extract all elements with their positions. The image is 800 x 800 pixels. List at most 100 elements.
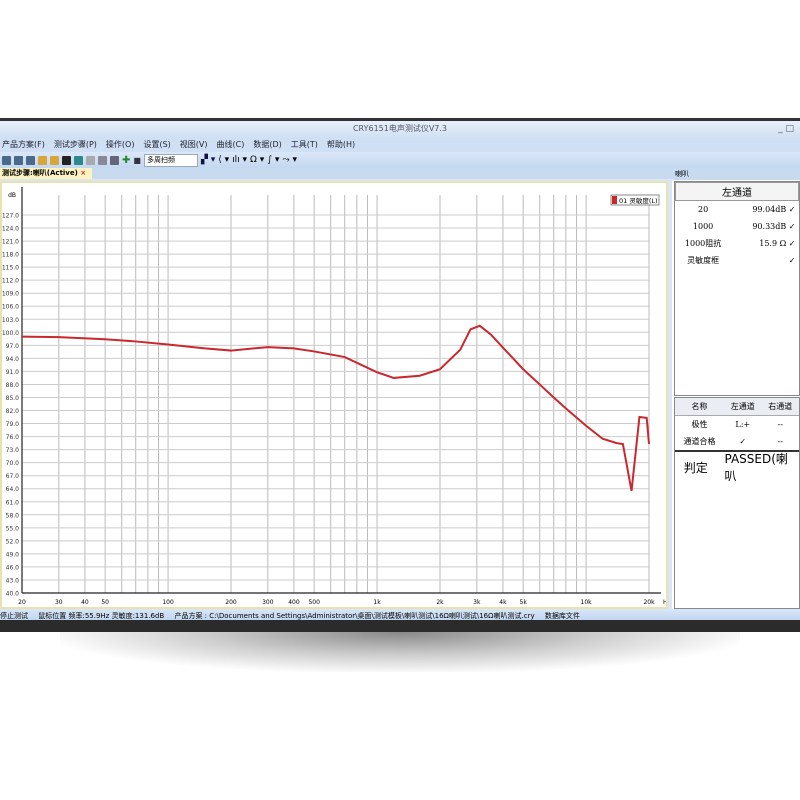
y-tick-label: 61.0 — [6, 499, 20, 506]
y-tick-label: 76.0 — [6, 434, 20, 441]
window-controls[interactable]: _ □ — [778, 121, 794, 137]
bracket-icon[interactable] — [86, 155, 95, 165]
result-row: 1000阻抗 15.9 Ω ✓ — [676, 235, 799, 252]
ohm-icon[interactable]: Ω ▾ — [250, 155, 264, 165]
tab-test-step[interactable]: 测试步骤:喇叭(Active) × — [0, 168, 93, 179]
open-folder-icon[interactable] — [38, 155, 47, 165]
status-db: 数据库文件 — [544, 612, 580, 620]
title-bar: CRY6151电声测试仪V7.3 _ □ — [0, 121, 800, 137]
bar-icon[interactable]: ılı ▾ — [232, 155, 247, 165]
menu-item[interactable]: 帮助(H) — [327, 140, 355, 149]
y-tick-label: 49.0 — [6, 551, 20, 558]
y-tick-label: 112.0 — [2, 278, 19, 285]
result-value-text: 99.04dB — [752, 205, 787, 214]
y-axis-label: dB — [8, 192, 16, 199]
x-tick-label: 300 — [262, 599, 274, 606]
summary-column-header: 名称 — [675, 398, 725, 416]
result-panel: 喇叭 左通道 20 99.04dB ✓ 1000 90.33dB ✓ 1000阻抗 15.… — [672, 169, 800, 609]
summary-table: 名称 左通道 右通道 极性 L:+ -- 通道合格 ✓ -- — [675, 398, 799, 450]
y-tick-label: 91.0 — [6, 369, 20, 376]
y-tick-label: 103.0 — [2, 317, 19, 324]
summary-cell: 通道合格 — [683, 437, 716, 446]
x-tick-label: 50 — [101, 599, 109, 606]
close-icon[interactable]: × — [80, 169, 86, 177]
frequency-response-chart[interactable]: 127.0 124.0 121.0 118.0 115.0 112.0 109.0 106.0… — [2, 183, 671, 607]
y-tick-label: 106.0 — [2, 304, 19, 311]
result-value: 15.9 Ω ✓ — [731, 235, 799, 252]
y-tick-label: 121.0 — [2, 239, 19, 246]
summary-row: 通道合格 ✓ -- — [675, 433, 799, 450]
y-tick-label: 70.0 — [6, 460, 20, 467]
y-tick-label: 73.0 — [6, 447, 20, 454]
new-icon[interactable] — [2, 155, 11, 165]
list-icon[interactable] — [26, 155, 35, 165]
y-tick-label: 58.0 — [6, 512, 20, 519]
stop-icon[interactable]: ■ — [133, 156, 141, 165]
result-row: 灵敏度框 ✓ — [676, 252, 799, 269]
x-tick-label: 2k — [436, 599, 444, 606]
summary-cell: -- — [777, 437, 783, 446]
result-value-text: 15.9 Ω — [759, 239, 787, 248]
menu-item[interactable]: 产品方案(F) — [2, 140, 45, 149]
summary-column-header: 左通道 — [724, 398, 762, 416]
x-tick-label: 100 — [162, 599, 174, 606]
result-value: 99.04dB ✓ — [731, 201, 799, 219]
curve-icon[interactable]: ∫ ▾ — [267, 155, 279, 165]
x-tick-label: 1k — [373, 599, 381, 606]
judge-row: 判定 PASSED(喇叭 — [675, 450, 799, 483]
y-tick-label: 124.0 — [2, 226, 19, 233]
result-value: 90.33dB ✓ — [731, 218, 799, 235]
menu-item[interactable]: 设置(S) — [143, 140, 170, 149]
x-tick-label: 3k — [473, 599, 481, 606]
result-value-text: 90.33dB — [752, 222, 787, 231]
result-value: ✓ — [731, 252, 799, 269]
save-icon[interactable] — [50, 155, 59, 165]
menu-item[interactable]: 测试步骤(P) — [54, 140, 97, 149]
image-icon[interactable] — [74, 155, 83, 165]
y-tick-label: 97.0 — [6, 343, 20, 350]
mode-select[interactable]: 多周扫频 — [143, 153, 198, 167]
status-product: 产品方案 : C:\Documents and Settings\Adminis… — [174, 612, 535, 620]
legend-swatch — [612, 196, 617, 204]
status-state: 停止测试 — [0, 612, 28, 620]
menu-item[interactable]: 曲线(C) — [217, 140, 245, 149]
y-tick-label: 52.0 — [6, 538, 20, 545]
result-row: 1000 90.33dB ✓ — [676, 218, 799, 235]
chart-panel: 127.0 124.0 121.0 118.0 115.0 112.0 109.0 106.0… — [0, 181, 671, 609]
x-tick-label: 5k — [520, 599, 528, 606]
result-panel-header: 喇叭 — [672, 169, 800, 180]
y-tick-label: 67.0 — [6, 473, 20, 480]
summary-cell: ✓ — [739, 437, 747, 446]
menu-item[interactable]: 数据(D) — [253, 140, 281, 149]
result-row: 20 99.04dB ✓ — [676, 201, 799, 219]
monitor-bezel — [0, 620, 800, 632]
y-tick-label: 94.0 — [6, 356, 20, 363]
menu-bar: 产品方案(F) 测试步骤(P) 操作(O) 设置(S) 视图(V) 曲线(C) 数据(D) 工… — [0, 137, 800, 152]
menu-item[interactable]: 操作(O) — [106, 140, 135, 149]
summary-cell: -- — [777, 420, 783, 429]
summary-cell: 极性 — [691, 420, 708, 429]
window-icon[interactable] — [14, 155, 23, 165]
series-line — [21, 324, 650, 492]
legend-label: 01 灵敏度(L) — [619, 196, 658, 205]
app-window: CRY6151电声测试仪V7.3 _ □ 产品方案(F) 测试步骤(P) 操作(O)… — [0, 118, 800, 629]
menu-item[interactable]: 工具(T) — [291, 140, 318, 149]
chart-icon[interactable] — [98, 155, 107, 165]
summary-column-header: 右通道 — [761, 398, 799, 416]
line-icon[interactable]: ⤳ ▾ — [282, 155, 297, 165]
picture-icon[interactable] — [110, 155, 119, 165]
x-tick-label: 10k — [581, 599, 593, 606]
y-tick-label: 115.0 — [2, 265, 19, 272]
y-tick-label: 100.0 — [2, 330, 19, 337]
color-icon[interactable]: ▞ ▾ — [201, 155, 215, 165]
cursor-icon[interactable]: ⟨ ▾ — [218, 155, 229, 165]
result-name: 20 — [697, 205, 709, 214]
play-icon[interactable]: ✚ — [122, 155, 130, 166]
x-tick-label: 30 — [55, 599, 63, 606]
menu-item[interactable]: 视图(V) — [180, 140, 208, 149]
results-header: 左通道 — [675, 182, 799, 201]
y-tick-label: 46.0 — [6, 564, 20, 571]
text-icon[interactable] — [62, 155, 71, 165]
result-name: 1000阻抗 — [684, 239, 722, 248]
judge-label: 判定 — [683, 460, 708, 475]
